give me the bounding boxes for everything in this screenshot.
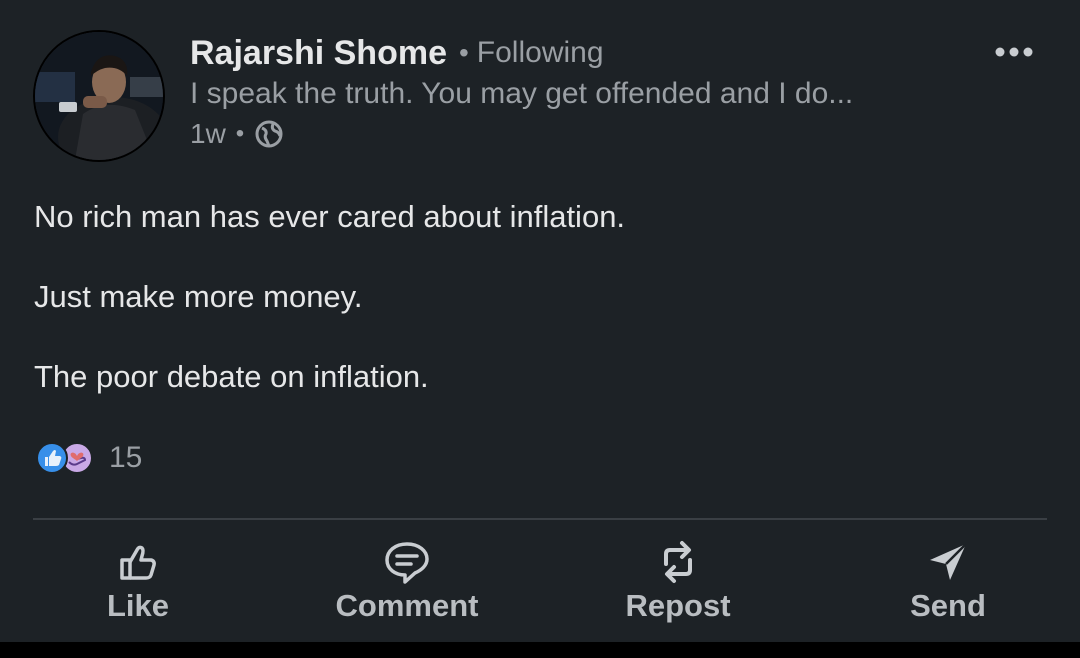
post-header: Rajarshi Shome • Following I speak the t… (190, 32, 990, 154)
post-time: 1w (190, 118, 226, 149)
post-body: No rich man has ever cared about inflati… (34, 195, 1034, 399)
divider (33, 518, 1047, 520)
repost-icon (654, 538, 702, 586)
post-meta: 1w • (190, 114, 990, 154)
name-separator: • (458, 37, 469, 68)
author-line: Rajarshi Shome • Following (190, 32, 990, 74)
reactions-summary[interactable]: 15 (35, 438, 142, 478)
reaction-icons (35, 440, 97, 476)
action-bar: Like Comment Repost Send (0, 530, 1080, 640)
post-card: Rajarshi Shome • Following I speak the t… (0, 0, 1080, 642)
reaction-count: 15 (109, 441, 143, 474)
comment-label: Comment (335, 588, 479, 623)
post-text-line: The poor debate on inflation. (34, 359, 429, 394)
post-text-line: No rich man has ever cared about inflati… (34, 199, 626, 234)
like-button[interactable]: Like (28, 530, 248, 640)
author-headline: I speak the truth. You may get offended … (190, 77, 854, 110)
author-avatar[interactable] (33, 30, 165, 162)
comment-button[interactable]: Comment (297, 530, 517, 640)
send-label: Send (910, 588, 986, 623)
repost-label: Repost (625, 588, 731, 623)
more-horizontal-icon[interactable] (994, 40, 1034, 64)
author-name[interactable]: Rajarshi Shome (190, 34, 447, 73)
thumbs-up-icon (114, 538, 162, 586)
time-separator: • (235, 120, 245, 147)
send-button[interactable]: Send (838, 530, 1058, 640)
repost-button[interactable]: Repost (568, 530, 788, 640)
avatar-photo (35, 32, 163, 160)
like-reaction-icon (36, 442, 68, 474)
comment-icon (383, 538, 431, 586)
bottom-bar (0, 642, 1080, 658)
follow-status: Following (476, 36, 604, 69)
globe-icon (254, 119, 284, 149)
like-label: Like (106, 588, 170, 623)
post-text-line: Just make more money. (34, 279, 363, 314)
send-icon (924, 538, 972, 586)
